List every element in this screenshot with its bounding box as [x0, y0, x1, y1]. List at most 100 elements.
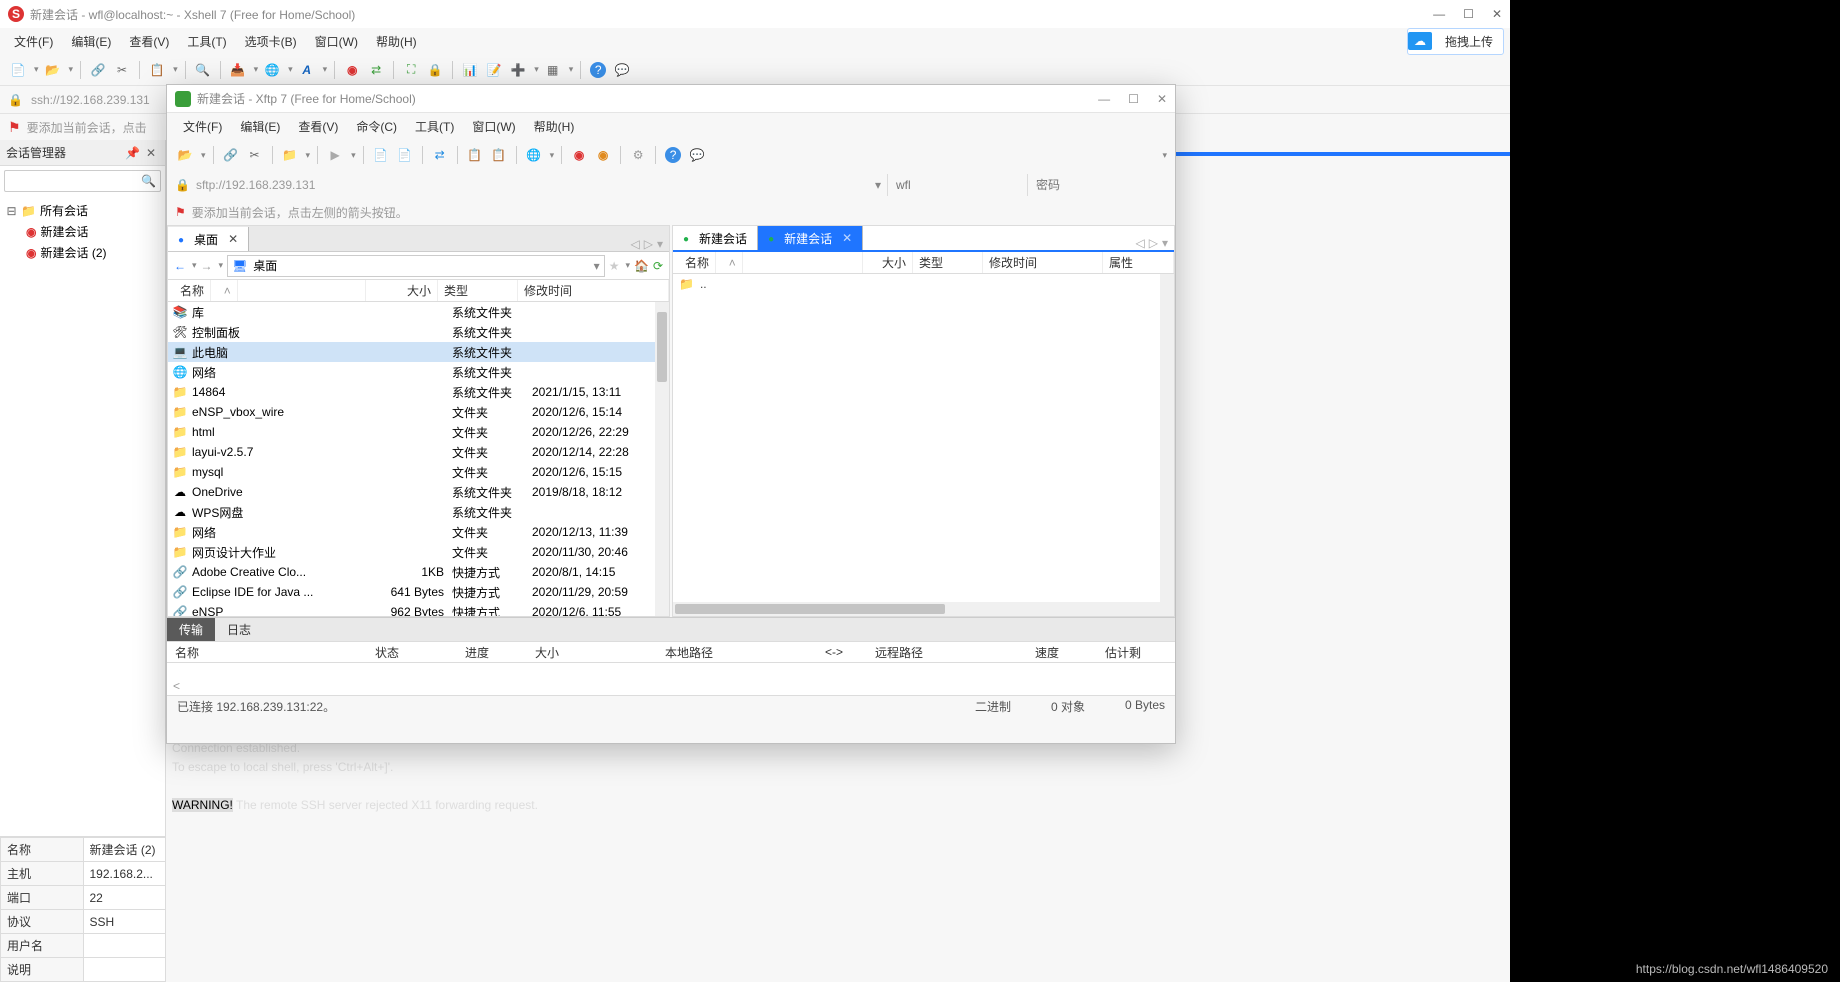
col-size[interactable]: 大小	[863, 252, 913, 273]
tab-close-icon[interactable]: ✕	[838, 231, 852, 245]
maximize-button[interactable]: ☐	[1128, 92, 1139, 106]
menu-window[interactable]: 窗口(W)	[464, 115, 523, 138]
file-row[interactable]: 📁网络文件夹2020/12/13, 11:39	[168, 522, 669, 542]
tab-prev-icon[interactable]: ◁	[1136, 236, 1145, 250]
col-name[interactable]: 名称 ˄	[168, 280, 366, 301]
transfer-list[interactable]: <	[167, 663, 1175, 695]
menu-window[interactable]: 窗口(W)	[307, 30, 366, 53]
new-folder-icon[interactable]: 📁	[280, 145, 300, 165]
lock-icon[interactable]: 🔒	[425, 60, 445, 80]
path-dropdown-icon[interactable]: ▾	[594, 259, 600, 273]
close-panel-icon[interactable]: ✕	[143, 146, 159, 160]
local-file-list[interactable]: 📚库系统文件夹🛠控制面板系统文件夹💻此电脑系统文件夹🌐网络系统文件夹📁14864…	[168, 302, 669, 616]
help-icon[interactable]	[588, 60, 608, 80]
file-row[interactable]: 📁eNSP_vbox_wire文件夹2020/12/6, 15:14	[168, 402, 669, 422]
refresh-icon[interactable]: ⟳	[653, 259, 663, 273]
xftp-titlebar[interactable]: 新建会话 - Xftp 7 (Free for Home/School) — ☐…	[167, 85, 1175, 113]
address-dropdown-icon[interactable]: ▾	[869, 178, 887, 192]
file-row[interactable]: ☁WPS网盘系统文件夹	[168, 502, 669, 522]
globe-icon[interactable]	[262, 60, 282, 80]
tcol-dir[interactable]: <->	[817, 645, 867, 659]
reconnect-icon[interactable]: 🔗	[88, 60, 108, 80]
menu-tabs[interactable]: 选项卡(B)	[237, 30, 305, 53]
tab-transfer[interactable]: 传输	[167, 618, 215, 641]
username-input[interactable]	[887, 174, 1027, 196]
new-session-icon[interactable]: 📄	[8, 60, 28, 80]
file-row[interactable]: 📁14864系统文件夹2021/1/15, 13:11	[168, 382, 669, 402]
tab-close-icon[interactable]: ✕	[224, 232, 238, 246]
xagent-icon[interactable]: ◉	[342, 60, 362, 80]
col-name[interactable]: 名称 ˄	[673, 252, 863, 273]
chat-icon[interactable]: 💬	[687, 145, 707, 165]
file-row[interactable]: ☁OneDrive系统文件夹2019/8/18, 18:12	[168, 482, 669, 502]
collapse-icon[interactable]: ⊟	[6, 204, 17, 218]
remote-updir[interactable]: 📁 ..	[673, 274, 1174, 294]
doc1-icon[interactable]: 📄	[371, 145, 391, 165]
tree-root[interactable]: ⊟ 📁 所有会话	[4, 200, 161, 221]
menu-tools[interactable]: 工具(T)	[407, 115, 462, 138]
connect-icon[interactable]: 🔗	[221, 145, 241, 165]
col-mtime[interactable]: 修改时间	[983, 252, 1103, 273]
menu-help[interactable]: 帮助(H)	[368, 30, 425, 53]
col-mtime[interactable]: 修改时间	[518, 280, 669, 301]
chat-icon[interactable]: 💬	[612, 60, 632, 80]
local-path-input[interactable]: 🖥 桌面 ▾	[227, 255, 605, 277]
file-row[interactable]: 💻此电脑系统文件夹	[168, 342, 669, 362]
local-scrollbar[interactable]	[655, 302, 669, 616]
paste-icon[interactable]: 📋	[489, 145, 509, 165]
menu-view[interactable]: 查看(V)	[290, 115, 346, 138]
tree-session-1[interactable]: ◉ 新建会话	[4, 221, 161, 242]
file-row[interactable]: 📁mysql文件夹2020/12/6, 15:15	[168, 462, 669, 482]
xshell-launch-icon[interactable]: ◉	[569, 145, 589, 165]
local-tab-desktop[interactable]: 桌面 ✕	[168, 227, 249, 251]
doc2-icon[interactable]: 📄	[395, 145, 415, 165]
tree-session-2[interactable]: ◉ 新建会话 (2)	[4, 242, 161, 263]
minimize-button[interactable]: —	[1433, 7, 1445, 21]
remote-vscrollbar[interactable]	[1160, 274, 1174, 616]
col-type[interactable]: 类型	[438, 280, 518, 301]
menu-file[interactable]: 文件(F)	[6, 30, 61, 53]
layout-icon[interactable]: ▦	[543, 60, 563, 80]
remote-tab-2[interactable]: 新建会话 ✕	[758, 226, 863, 250]
close-button[interactable]: ✕	[1492, 7, 1502, 21]
tcol-remote[interactable]: 远程路径	[867, 644, 1027, 661]
tcol-eta[interactable]: 估计剩	[1097, 644, 1175, 661]
remote-tab-1[interactable]: 新建会话	[673, 226, 758, 250]
menu-file[interactable]: 文件(F)	[175, 115, 230, 138]
tab-prev-icon[interactable]: ◁	[631, 237, 640, 251]
new-icon[interactable]: 📂	[175, 145, 195, 165]
tab-menu-icon[interactable]: ▾	[657, 237, 663, 251]
menu-edit[interactable]: 编辑(E)	[63, 30, 119, 53]
tcol-size[interactable]: 大小	[527, 644, 657, 661]
menu-tools[interactable]: 工具(T)	[179, 30, 234, 53]
nav-fwd-icon[interactable]: →	[201, 259, 213, 273]
xftp-address[interactable]: sftp://192.168.239.131	[196, 178, 869, 192]
password-input[interactable]	[1027, 174, 1167, 196]
tab-menu-icon[interactable]: ▾	[1162, 236, 1168, 250]
drag-upload-button[interactable]: ☁ 拖拽上传	[1407, 28, 1504, 55]
file-row[interactable]: 📁html文件夹2020/12/26, 22:29	[168, 422, 669, 442]
col-size[interactable]: 大小	[366, 280, 438, 301]
toolbar-overflow-icon[interactable]: ▾	[1160, 150, 1167, 161]
menu-edit[interactable]: 编辑(E)	[232, 115, 288, 138]
transfer-scroll-left-icon[interactable]: <	[173, 679, 180, 693]
bookmark-icon[interactable]: ★	[609, 259, 620, 273]
remote-hscrollbar[interactable]	[673, 602, 1160, 616]
col-attr[interactable]: 属性	[1103, 252, 1174, 273]
xagent-icon[interactable]: ◉	[593, 145, 613, 165]
tcol-name[interactable]: 名称	[167, 644, 367, 661]
sync-icon[interactable]: ⇄	[430, 145, 450, 165]
menu-command[interactable]: 命令(C)	[348, 115, 405, 138]
tcol-local[interactable]: 本地路径	[657, 644, 817, 661]
nav-back-icon[interactable]: ←	[174, 259, 186, 273]
help-icon[interactable]	[663, 145, 683, 165]
fullscreen-icon[interactable]: ⛶	[401, 60, 421, 80]
settings-icon[interactable]	[628, 145, 648, 165]
close-button[interactable]: ✕	[1157, 92, 1167, 106]
compose-icon[interactable]: ➕	[508, 60, 528, 80]
font-icon[interactable]: A	[297, 60, 317, 80]
file-row[interactable]: 🌐网络系统文件夹	[168, 362, 669, 382]
disconnect-icon[interactable]: ✂	[112, 60, 132, 80]
xshell-titlebar[interactable]: S 新建会话 - wfl@localhost:~ - Xshell 7 (Fre…	[0, 0, 1510, 28]
disconnect-icon[interactable]: ✂	[245, 145, 265, 165]
